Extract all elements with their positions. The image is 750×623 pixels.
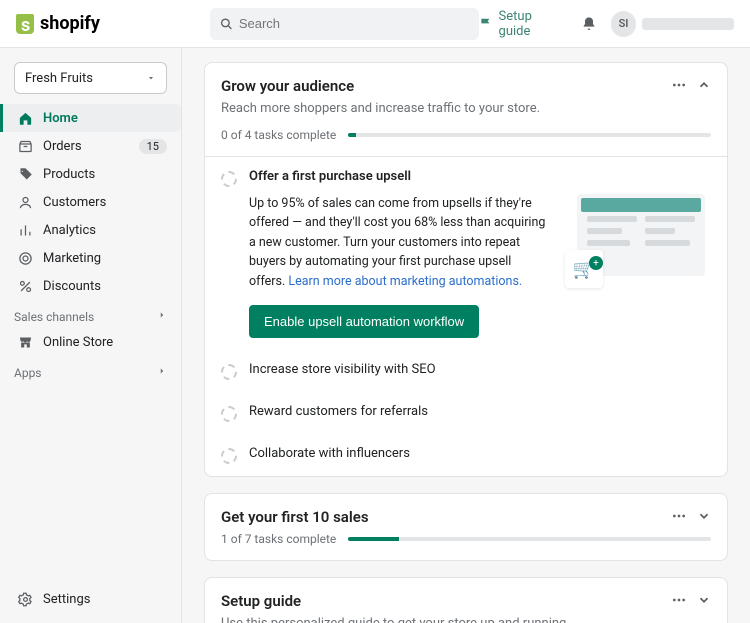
setup-guide-link[interactable]: Setup guide (479, 9, 567, 39)
progress-text: 0 of 4 tasks complete (221, 128, 336, 142)
card-first-sales: Get your first 10 sales 1 of 7 tasks com… (204, 493, 728, 561)
card-setup-guide: Setup guide Use this personalized guide … (204, 577, 728, 623)
bars-icon (18, 223, 33, 238)
percent-icon (18, 279, 33, 294)
card-expand-button[interactable] (697, 593, 711, 607)
notifications-button[interactable] (581, 16, 597, 32)
card-expand-button[interactable] (697, 509, 711, 523)
store-selector[interactable]: Fresh Fruits (14, 62, 167, 94)
nav-customers[interactable]: Customers (0, 188, 181, 216)
enable-upsell-button[interactable]: Enable upsell automation workflow (249, 305, 479, 338)
dots-icon (671, 77, 687, 93)
inbox-icon (18, 139, 33, 154)
home-icon (18, 111, 33, 126)
task-status-icon (221, 406, 237, 422)
store-name-placeholder (642, 18, 734, 30)
caret-down-icon (146, 73, 156, 83)
tag-icon (18, 167, 33, 182)
avatar[interactable]: SI (611, 11, 637, 37)
task-title: Increase store visibility with SEO (249, 362, 436, 377)
sales-channels-header[interactable]: Sales channels (0, 300, 181, 328)
nav-marketing[interactable]: Marketing (0, 244, 181, 272)
main-content: Grow your audience Reach more shoppers a… (182, 48, 750, 623)
task-influencers[interactable]: Collaborate with influencers (205, 434, 727, 476)
shopify-bag-icon (16, 14, 34, 34)
orders-badge: 15 (139, 139, 167, 154)
progress-bar (348, 133, 711, 137)
apps-header[interactable]: Apps (0, 356, 181, 384)
brand-logo[interactable]: shopify (16, 13, 100, 34)
brand-name: shopify (40, 13, 100, 34)
nav-online-store[interactable]: Online Store (0, 328, 181, 356)
dots-icon (671, 508, 687, 524)
search-field[interactable] (210, 8, 479, 40)
gear-icon (18, 592, 33, 607)
store-name: Fresh Fruits (25, 71, 93, 86)
nav-analytics[interactable]: Analytics (0, 216, 181, 244)
chevron-right-icon (157, 366, 167, 376)
nav-home[interactable]: Home (0, 104, 181, 132)
chevron-right-icon (157, 310, 167, 320)
setup-guide-label: Setup guide (499, 9, 567, 39)
task-title: Reward customers for referrals (249, 404, 428, 419)
nav-settings[interactable]: Settings (0, 585, 181, 613)
nav-orders[interactable]: Orders 15 (0, 132, 181, 160)
bell-icon (581, 16, 597, 32)
card-menu-button[interactable] (671, 592, 687, 608)
plus-badge-icon: + (589, 256, 603, 270)
top-header: shopify Setup guide SI (0, 0, 750, 48)
card-title: Setup guide (221, 592, 671, 610)
search-input[interactable] (239, 16, 469, 31)
card-title: Grow your audience (221, 77, 671, 95)
task-description: Up to 95% of sales can come from upsells… (249, 194, 549, 291)
task-status-icon (221, 364, 237, 380)
chevron-up-icon (697, 78, 711, 92)
task-referrals[interactable]: Reward customers for referrals (205, 392, 727, 434)
card-menu-button[interactable] (671, 77, 687, 93)
sidebar: Fresh Fruits Home Orders 15 Products Cus… (0, 48, 182, 623)
card-menu-button[interactable] (671, 508, 687, 524)
task-upsell[interactable]: Offer a first purchase upsell Up to 95% … (205, 157, 727, 350)
store-icon (18, 335, 33, 350)
task-title: Collaborate with influencers (249, 446, 410, 461)
task-status-icon (221, 171, 237, 187)
learn-more-link[interactable]: Learn more about marketing automations. (288, 274, 522, 289)
card-collapse-button[interactable] (697, 78, 711, 92)
card-grow-audience: Grow your audience Reach more shoppers a… (204, 62, 728, 477)
task-seo[interactable]: Increase store visibility with SEO (205, 350, 727, 392)
primary-nav: Home Orders 15 Products Customers Analyt… (0, 104, 181, 300)
progress-text: 1 of 7 tasks complete (221, 532, 336, 546)
nav-products[interactable]: Products (0, 160, 181, 188)
search-icon (220, 17, 233, 31)
chevron-down-icon (697, 593, 711, 607)
card-subtitle: Use this personalized guide to get your … (221, 616, 671, 623)
nav-discounts[interactable]: Discounts (0, 272, 181, 300)
task-illustration: 🛒 + (565, 194, 705, 292)
task-title: Offer a first purchase upsell (249, 169, 711, 184)
dots-icon (671, 592, 687, 608)
task-status-icon (221, 448, 237, 464)
card-subtitle: Reach more shoppers and increase traffic… (221, 101, 671, 116)
target-icon (18, 251, 33, 266)
card-title: Get your first 10 sales (221, 508, 671, 526)
chevron-down-icon (697, 509, 711, 523)
flag-icon (479, 17, 493, 31)
progress-bar (348, 537, 711, 541)
user-icon (18, 195, 33, 210)
